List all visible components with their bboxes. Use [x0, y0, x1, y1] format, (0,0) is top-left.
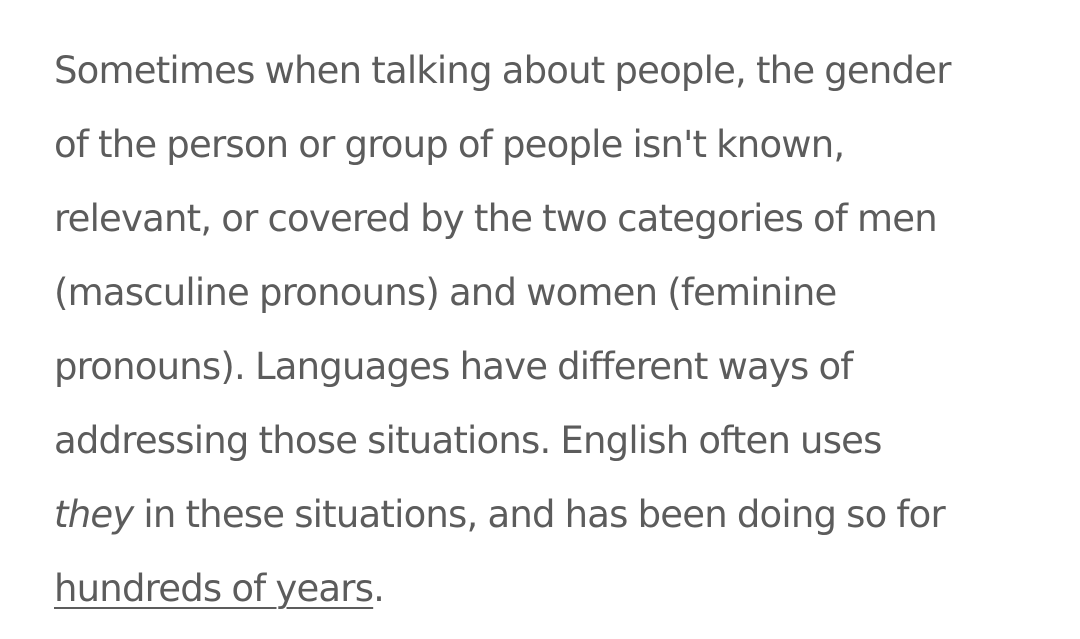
text-line-7: in these situations, and has been doing …	[133, 493, 945, 536]
paragraph: Sometimes when talking about people, the…	[54, 34, 1054, 626]
text-line-4: (masculine pronouns) and women (feminine	[54, 271, 837, 314]
text-line-5: pronouns). Languages have different ways…	[54, 345, 853, 388]
hundreds-of-years-link[interactable]: hundreds of years	[54, 567, 374, 610]
end-punctuation: .	[373, 567, 385, 610]
text-line-3: relevant, or covered by the two categori…	[54, 197, 938, 240]
text-line-1: Sometimes when talking about people, the…	[54, 49, 951, 92]
article-body: Sometimes when talking about people, the…	[54, 34, 1054, 626]
text-line-6: addressing those situations. English oft…	[54, 419, 882, 462]
text-line-2: of the person or group of people isn't k…	[54, 123, 845, 166]
emphasis-they: they	[54, 493, 134, 536]
